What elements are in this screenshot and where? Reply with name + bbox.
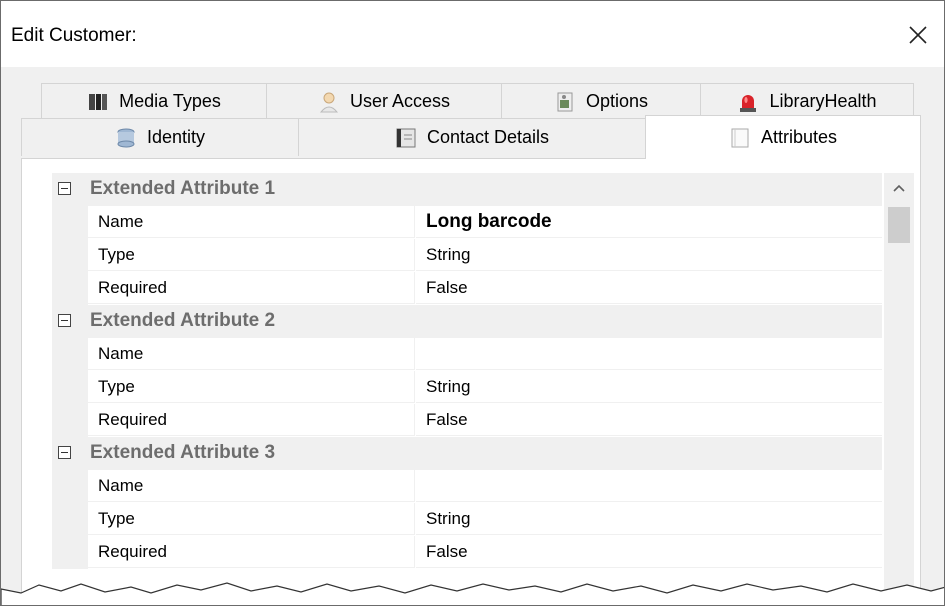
property-row[interactable]: Name: [52, 470, 882, 503]
property-value[interactable]: False: [416, 272, 882, 304]
category-label: Extended Attribute 1: [90, 178, 276, 199]
category-extended-attribute-1: Extended Attribute 1: [52, 173, 882, 206]
category-extended-attribute-3: Extended Attribute 3: [52, 437, 882, 470]
dialog-title: Edit Customer:: [11, 25, 137, 46]
tab-library-health[interactable]: LibraryHealth: [700, 83, 914, 119]
tab-options[interactable]: Options: [501, 83, 701, 119]
tab-media-types[interactable]: Media Types: [41, 83, 267, 119]
tab-label: Contact Details: [426, 127, 550, 147]
property-name: Name: [88, 206, 415, 238]
attributes-panel: Extended Attribute 1 Name Long barcode T…: [21, 158, 921, 605]
property-row[interactable]: Name: [52, 338, 882, 371]
vertical-scrollbar[interactable]: [884, 173, 914, 605]
property-row[interactable]: Required False: [52, 536, 882, 569]
property-row[interactable]: Required False: [52, 404, 882, 437]
tab-label: LibraryHealth: [769, 91, 877, 111]
tab-label: Identity: [146, 127, 206, 147]
property-value[interactable]: String: [416, 239, 882, 271]
property-name: Required: [88, 404, 415, 436]
collapse-toggle-icon[interactable]: [58, 446, 71, 459]
tab-label: Attributes: [760, 127, 838, 147]
category-extended-attribute-2: Extended Attribute 2: [52, 305, 882, 338]
tab-attributes[interactable]: Attributes: [645, 115, 921, 159]
property-value[interactable]: [416, 470, 882, 502]
property-row[interactable]: Name Long barcode: [52, 206, 882, 239]
identity-icon: [115, 127, 137, 149]
property-name: Required: [88, 272, 415, 304]
property-row[interactable]: Type String: [52, 371, 882, 404]
tab-contact-details[interactable]: Contact Details: [298, 118, 646, 156]
property-name: Type: [88, 371, 415, 403]
property-value[interactable]: [416, 338, 882, 370]
property-name: Name: [88, 338, 415, 370]
property-value[interactable]: String: [416, 503, 882, 535]
property-name: Type: [88, 239, 415, 271]
title-bar: Edit Customer:: [1, 1, 944, 67]
category-label: Extended Attribute 3: [90, 442, 276, 463]
collapse-toggle-icon[interactable]: [58, 182, 71, 195]
chevron-up-icon: [893, 184, 905, 192]
property-value[interactable]: False: [416, 404, 882, 436]
contact-card-icon: [395, 127, 417, 149]
property-row[interactable]: Required False: [52, 272, 882, 305]
property-name: Name: [88, 470, 415, 502]
property-value[interactable]: Long barcode: [416, 206, 882, 238]
attributes-icon: [729, 127, 751, 149]
tab-label: User Access: [349, 91, 451, 111]
collapse-toggle-icon[interactable]: [58, 314, 71, 327]
media-types-icon: [87, 91, 109, 113]
property-value[interactable]: False: [416, 536, 882, 568]
dialog-client-area: Media Types User Access Options LibraryH…: [1, 67, 944, 605]
scroll-thumb[interactable]: [888, 207, 910, 243]
torn-edge-decoration: [1, 582, 944, 605]
user-icon: [318, 91, 340, 113]
options-icon: [554, 91, 576, 113]
property-value[interactable]: String: [416, 371, 882, 403]
tab-user-access[interactable]: User Access: [266, 83, 502, 119]
edit-customer-dialog: Edit Customer: Media Types User Access O…: [0, 0, 945, 606]
tab-label: Media Types: [119, 91, 221, 111]
property-row[interactable]: Type String: [52, 503, 882, 536]
tab-identity[interactable]: Identity: [21, 118, 299, 156]
close-icon: [909, 26, 927, 44]
scroll-up-button[interactable]: [884, 173, 914, 203]
property-name: Type: [88, 503, 415, 535]
property-row[interactable]: Type String: [52, 239, 882, 272]
alarm-light-icon: [737, 91, 759, 113]
tab-label: Options: [585, 91, 649, 111]
close-button[interactable]: [898, 15, 938, 55]
property-grid: Extended Attribute 1 Name Long barcode T…: [52, 173, 882, 569]
category-label: Extended Attribute 2: [90, 310, 276, 331]
property-name: Required: [88, 536, 415, 568]
